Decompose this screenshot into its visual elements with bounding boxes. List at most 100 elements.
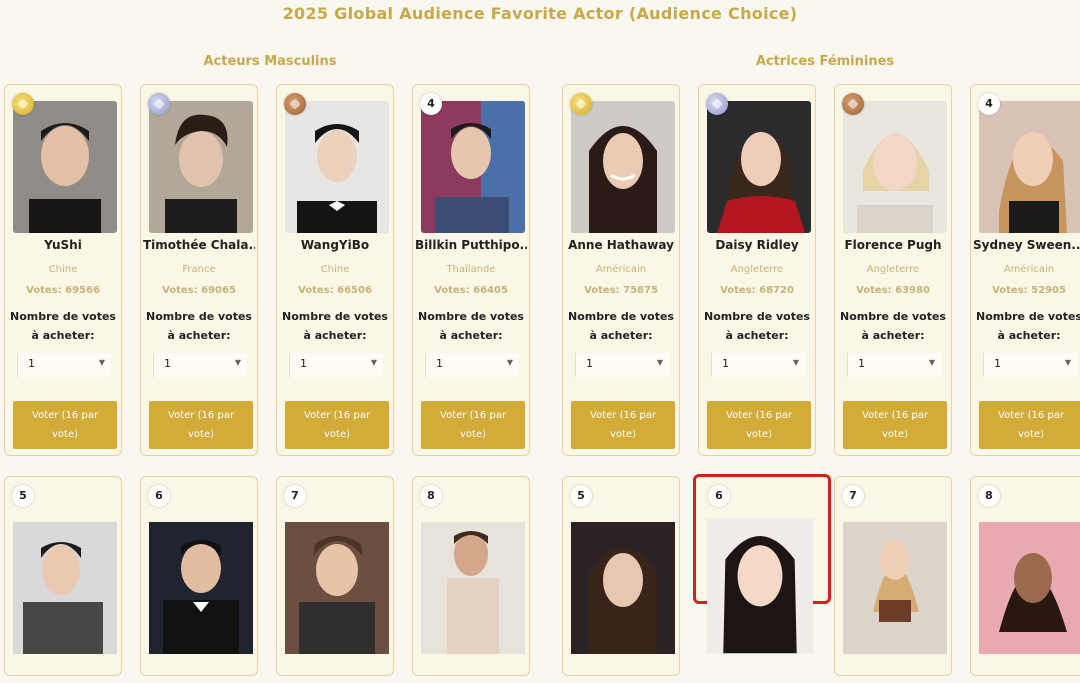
page-title: 2025 Global Audience Favorite Actor (Aud… <box>282 4 798 23</box>
actress-card: Florence Pugh Angleterre Votes: 63980 No… <box>834 84 952 456</box>
chevron-down-icon: ▼ <box>928 358 935 367</box>
rank-badge: 4 <box>420 93 442 115</box>
actor-card: 4 Billkin Putthipo... Thaïlande Votes: 6… <box>412 84 530 456</box>
buy-votes-label: Nombre de votes à acheter: <box>418 310 524 342</box>
actor-photo <box>13 101 117 233</box>
rank-badge: 6 <box>148 485 170 507</box>
actor-card: WangYiBo Chine Votes: 66506 Nombre de vo… <box>276 84 394 456</box>
actress-votes: Votes: 75875 <box>584 285 658 296</box>
actor-photo <box>421 101 525 233</box>
actor-name: Billkin Putthipo... <box>415 238 527 252</box>
silver-medal-icon <box>706 93 728 115</box>
actress-photo <box>707 491 813 681</box>
actor-photo <box>13 493 117 683</box>
actor-card: 6 <box>140 476 258 676</box>
vote-button[interactable]: Voter (16 par vote) <box>707 401 811 449</box>
buy-votes-label: Nombre de votes à acheter: <box>568 310 674 342</box>
actor-country: Thaïlande <box>446 264 496 275</box>
actress-card: 5 <box>562 476 680 676</box>
actor-votes: Votes: 66405 <box>434 285 508 296</box>
actor-photo <box>149 101 253 233</box>
actress-photo <box>979 493 1080 683</box>
rank-badge: 7 <box>284 485 306 507</box>
chevron-down-icon: ▼ <box>234 358 241 367</box>
bronze-medal-icon <box>284 93 306 115</box>
actor-votes: Votes: 69065 <box>162 285 236 296</box>
votes-quantity-select[interactable]: 1 ▼ <box>17 353 111 377</box>
actress-card: 7 <box>834 476 952 676</box>
actor-photo <box>285 493 389 683</box>
rank-badge: 8 <box>978 485 1000 507</box>
actress-votes: Votes: 63980 <box>856 285 930 296</box>
votes-quantity-select[interactable]: 1 ▼ <box>289 353 383 377</box>
chevron-down-icon: ▼ <box>1064 358 1071 367</box>
silver-medal-icon <box>148 93 170 115</box>
actress-photo <box>979 101 1080 233</box>
buy-votes-label: Nombre de votes à acheter: <box>10 310 116 342</box>
buy-votes-label: Nombre de votes à acheter: <box>146 310 252 342</box>
actress-photo <box>571 493 675 683</box>
actress-name: Sydney Sween... <box>973 238 1080 252</box>
vote-button[interactable]: Voter (16 par vote) <box>571 401 675 449</box>
actor-name: YuShi <box>44 238 82 252</box>
actress-photo <box>843 493 947 683</box>
actress-card: Anne Hathaway Américain Votes: 75875 Nom… <box>562 84 680 456</box>
buy-votes-label: Nombre de votes à acheter: <box>282 310 388 342</box>
rank-badge: 8 <box>420 485 442 507</box>
chevron-down-icon: ▼ <box>792 358 799 367</box>
actress-name: Florence Pugh <box>844 238 942 252</box>
buy-votes-label: Nombre de votes à acheter: <box>704 310 810 342</box>
actor-country: Chine <box>48 264 78 275</box>
actress-photo <box>843 101 947 233</box>
actor-country: France <box>182 264 216 275</box>
rank-badge: 7 <box>842 485 864 507</box>
votes-quantity-select[interactable]: 1 ▼ <box>425 353 519 377</box>
rank-badge: 4 <box>978 93 1000 115</box>
actor-card: Timothée Chala... France Votes: 69065 No… <box>140 84 258 456</box>
vote-button[interactable]: Voter (16 par vote) <box>13 401 117 449</box>
actor-card: 8 <box>412 476 530 676</box>
actress-name: Anne Hathaway <box>568 238 674 252</box>
gold-medal-icon <box>570 93 592 115</box>
rank-badge: 5 <box>12 485 34 507</box>
section-title-male: Acteurs Masculins <box>203 54 337 69</box>
votes-quantity-select[interactable]: 1 ▼ <box>847 353 941 377</box>
actress-card: Daisy Ridley Angleterre Votes: 68720 Nom… <box>698 84 816 456</box>
actor-card: 7 <box>276 476 394 676</box>
actress-photo <box>707 101 811 233</box>
actress-card-selected[interactable]: 6 <box>693 474 831 654</box>
vote-button[interactable]: Voter (16 par vote) <box>979 401 1080 449</box>
actress-country: Américain <box>595 264 647 275</box>
actor-photo <box>285 101 389 233</box>
actress-name: Daisy Ridley <box>715 238 799 252</box>
actress-card: 4 Sydney Sween... Américain Votes: 52905… <box>970 84 1080 456</box>
chevron-down-icon: ▼ <box>98 358 105 367</box>
votes-quantity-select[interactable]: 1 ▼ <box>711 353 805 377</box>
votes-quantity-select[interactable]: 1 ▼ <box>983 353 1077 377</box>
actor-country: Chine <box>320 264 350 275</box>
actress-country: Américain <box>1003 264 1055 275</box>
vote-button[interactable]: Voter (16 par vote) <box>285 401 389 449</box>
vote-button[interactable]: Voter (16 par vote) <box>421 401 525 449</box>
actor-card: YuShi Chine Votes: 69566 Nombre de votes… <box>4 84 122 456</box>
chevron-down-icon: ▼ <box>370 358 377 367</box>
actor-photo <box>149 493 253 683</box>
rank-badge: 6 <box>708 485 730 507</box>
actor-votes: Votes: 69566 <box>26 285 100 296</box>
actor-photo <box>421 493 525 683</box>
vote-button[interactable]: Voter (16 par vote) <box>149 401 253 449</box>
section-title-female: Actrices Féminines <box>755 54 895 69</box>
actor-card: 5 <box>4 476 122 676</box>
votes-quantity-select[interactable]: 1 ▼ <box>153 353 247 377</box>
vote-button[interactable]: Voter (16 par vote) <box>843 401 947 449</box>
votes-quantity-select[interactable]: 1 ▼ <box>575 353 669 377</box>
actor-name: WangYiBo <box>300 238 370 252</box>
actor-votes: Votes: 66506 <box>298 285 372 296</box>
actress-votes: Votes: 52905 <box>992 285 1066 296</box>
actress-country: Angleterre <box>730 264 784 275</box>
buy-votes-label: Nombre de votes à acheter: <box>976 310 1080 342</box>
actress-country: Angleterre <box>866 264 920 275</box>
actor-name: Timothée Chala... <box>143 238 255 252</box>
chevron-down-icon: ▼ <box>656 358 663 367</box>
rank-badge: 5 <box>570 485 592 507</box>
